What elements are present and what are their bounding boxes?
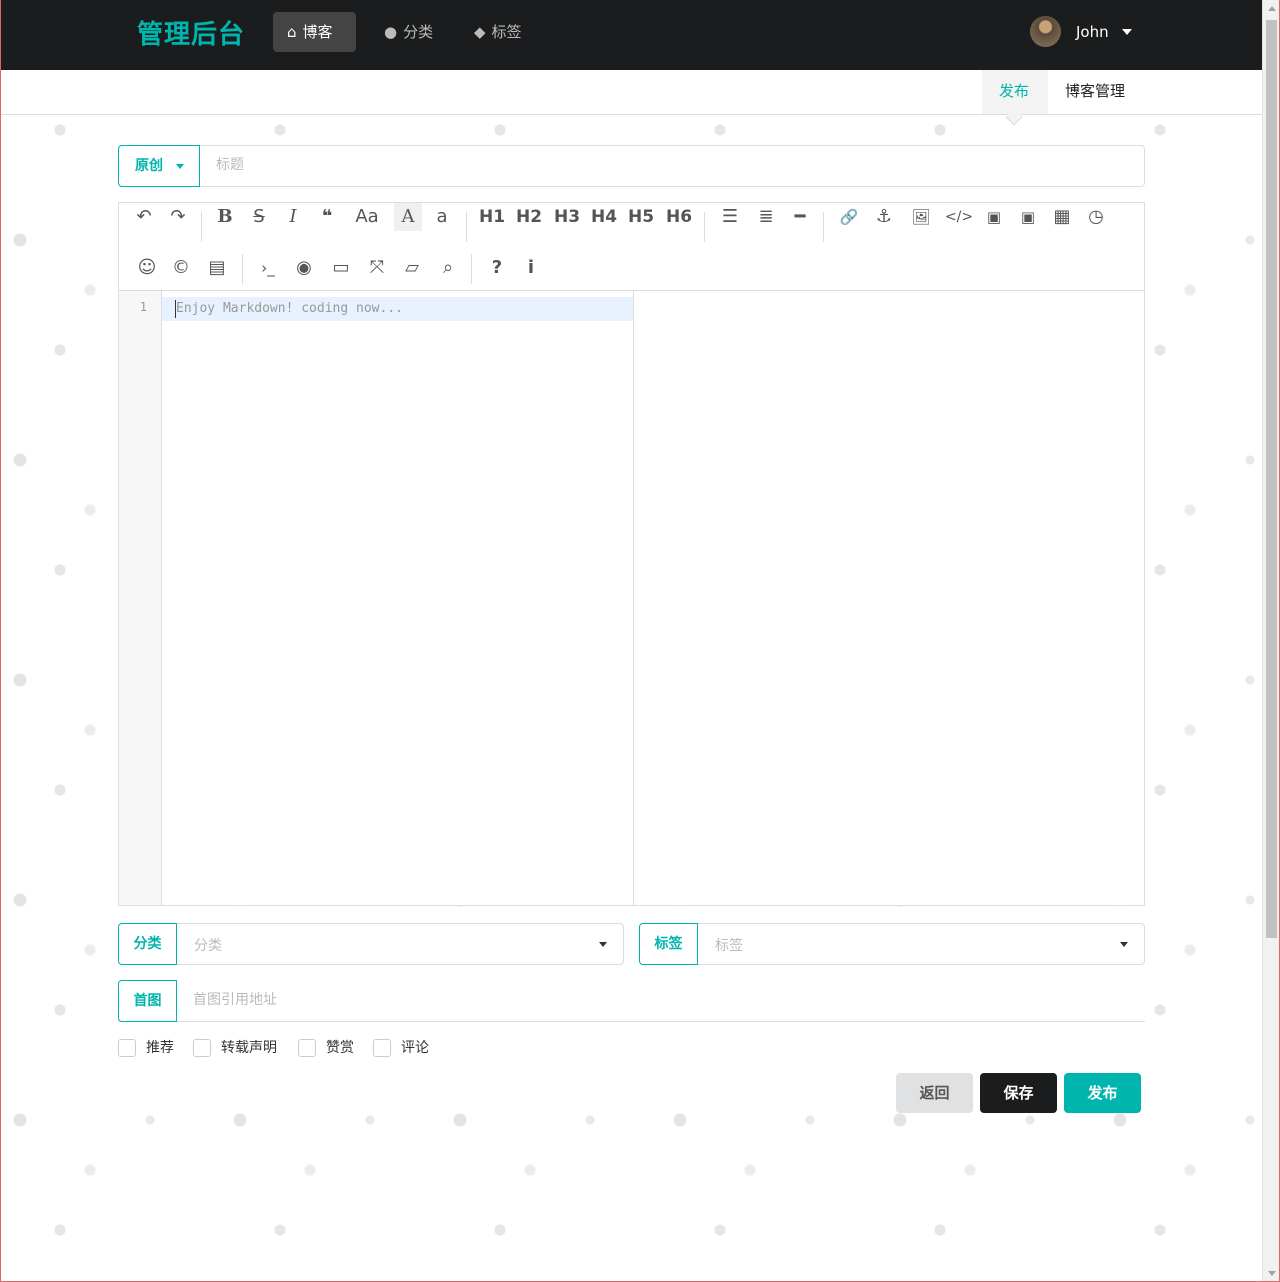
- link-icon[interactable]: 🔗: [836, 203, 862, 231]
- image-icon[interactable]: 🖼: [908, 203, 934, 231]
- preformatted-text-icon[interactable]: ▣: [1016, 203, 1040, 231]
- lowercase-icon[interactable]: a: [428, 203, 456, 231]
- save-button[interactable]: 保存: [980, 1073, 1057, 1113]
- help-icon[interactable]: ?: [486, 254, 508, 282]
- first-picture-label: 首图: [118, 980, 177, 1022]
- publish-button[interactable]: 发布: [1064, 1073, 1141, 1113]
- h6-button[interactable]: H6: [664, 203, 694, 231]
- preview-desktop-icon[interactable]: ▭: [328, 254, 354, 282]
- line-gutter: 1: [119, 291, 162, 905]
- checkbox-box[interactable]: [118, 1039, 136, 1057]
- type-label: 分类: [118, 923, 177, 965]
- markdown-textarea[interactable]: Enjoy Markdown! coding now...: [162, 291, 634, 905]
- editor-placeholder: Enjoy Markdown! coding now...: [176, 301, 403, 316]
- text-cursor: [175, 300, 176, 318]
- nav-item-blog[interactable]: ⌂ 博客: [273, 12, 356, 52]
- toolbar-divider: [471, 254, 472, 284]
- table-icon[interactable]: ▦: [1050, 203, 1074, 231]
- lightbulb-icon: ●: [384, 23, 398, 41]
- line-number: 1: [139, 300, 147, 314]
- tag-select[interactable]: 标签 标签: [639, 923, 1145, 965]
- flag-label: 原创: [135, 158, 163, 174]
- toolbar-divider: [704, 212, 705, 242]
- checkbox-label: 赞赏: [326, 1040, 354, 1056]
- title-row: 原创: [118, 145, 1145, 187]
- strikethrough-icon[interactable]: S: [247, 203, 271, 231]
- unordered-list-icon[interactable]: ☰: [717, 203, 743, 231]
- italic-icon[interactable]: I: [281, 203, 305, 231]
- avatar: [1030, 16, 1061, 47]
- tags-icon: ◆: [474, 23, 486, 41]
- home-icon: ⌂: [287, 23, 297, 41]
- top-navbar: 管理后台 ⌂ 博客 ● 分类 ◆ 标签 John: [0, 0, 1262, 70]
- h4-button[interactable]: H4: [589, 203, 619, 231]
- nav-item-label: 博客: [302, 23, 333, 41]
- caret-down-icon: [1120, 942, 1128, 947]
- watch-toggle-icon[interactable]: ◉: [291, 254, 317, 282]
- markdown-editor: ↶ ↷ B S I ❝ Aa A a H1 H2 H3 H4 H5 H6 ☰ ≣…: [118, 202, 1145, 906]
- caret-down-icon: [599, 942, 607, 947]
- fullscreen-icon[interactable]: ⤧: [364, 254, 390, 282]
- markdown-preview: [633, 291, 1144, 905]
- user-name: John: [1076, 23, 1109, 41]
- caret-down-icon: [1122, 29, 1132, 35]
- redo-icon[interactable]: ↷: [166, 203, 190, 231]
- tab-blog-manage[interactable]: 博客管理: [1048, 70, 1142, 114]
- emoji-icon[interactable]: ☺: [135, 254, 159, 282]
- first-picture-row: 首图: [118, 980, 1145, 1022]
- nav-item-label: 标签: [491, 23, 522, 41]
- nav-item-type[interactable]: ● 分类: [370, 12, 447, 52]
- type-select[interactable]: 分类 分类: [118, 923, 624, 965]
- scrollbar-thumb[interactable]: [1266, 20, 1277, 938]
- scroll-up-icon[interactable]: [1268, 6, 1276, 11]
- h1-button[interactable]: H1: [477, 203, 507, 231]
- code-icon[interactable]: </>: [944, 203, 974, 231]
- first-picture-input[interactable]: [193, 991, 1093, 1007]
- checkbox-label: 转载声明: [221, 1040, 277, 1056]
- back-button[interactable]: 返回: [896, 1073, 973, 1113]
- nav-item-label: 分类: [403, 23, 434, 41]
- uppercase-icon[interactable]: Aa: [351, 203, 383, 231]
- anchor-icon[interactable]: ⚓: [871, 203, 897, 231]
- quote-icon[interactable]: ❝: [315, 203, 339, 231]
- scroll-down-icon[interactable]: [1268, 1271, 1276, 1276]
- horizontal-rule-icon[interactable]: ━: [787, 203, 813, 231]
- title-input[interactable]: [216, 156, 1116, 172]
- editor-toolbar: ↶ ↷ B S I ❝ Aa A a H1 H2 H3 H4 H5 H6 ☰ ≣…: [119, 203, 1144, 291]
- sub-navbar: 发布 博客管理: [0, 70, 1262, 115]
- toolbar-divider: [823, 212, 824, 242]
- eraser-icon[interactable]: ▱: [399, 254, 425, 282]
- ordered-list-icon[interactable]: ≣: [753, 203, 779, 231]
- tag-label: 标签: [639, 923, 698, 965]
- search-icon[interactable]: ⌕: [435, 254, 461, 282]
- type-placeholder: 分类: [194, 938, 222, 954]
- checkbox-box[interactable]: [373, 1039, 391, 1057]
- caret-down-icon: [176, 164, 184, 169]
- tab-publish[interactable]: 发布: [982, 70, 1048, 114]
- brand-title[interactable]: 管理后台: [137, 14, 245, 51]
- uppercase-first-icon[interactable]: A: [394, 203, 422, 231]
- tag-placeholder: 标签: [715, 938, 743, 954]
- checkbox-box[interactable]: [193, 1039, 211, 1057]
- code-block-icon[interactable]: ▣: [982, 203, 1006, 231]
- bold-icon[interactable]: B: [213, 203, 237, 231]
- undo-icon[interactable]: ↶: [132, 203, 156, 231]
- clock-icon[interactable]: ◷: [1084, 203, 1108, 231]
- checkbox-label: 评论: [401, 1040, 429, 1056]
- toolbar-divider: [242, 254, 243, 284]
- h3-button[interactable]: H3: [552, 203, 582, 231]
- goto-line-icon[interactable]: ›_: [254, 254, 282, 282]
- flag-dropdown[interactable]: 原创: [118, 145, 200, 187]
- toolbar-divider: [201, 212, 202, 242]
- nav-item-tag[interactable]: ◆ 标签: [460, 12, 536, 52]
- h5-button[interactable]: H5: [626, 203, 656, 231]
- h2-button[interactable]: H2: [514, 203, 544, 231]
- checkbox-label: 推荐: [146, 1040, 174, 1056]
- html-entities-icon[interactable]: ©: [169, 254, 193, 282]
- info-icon[interactable]: i: [520, 254, 542, 282]
- page-scrollbar[interactable]: [1262, 0, 1280, 1282]
- checkbox-box[interactable]: [298, 1039, 316, 1057]
- toolbar-divider: [466, 212, 467, 242]
- pagebreak-icon[interactable]: ▤: [204, 254, 230, 282]
